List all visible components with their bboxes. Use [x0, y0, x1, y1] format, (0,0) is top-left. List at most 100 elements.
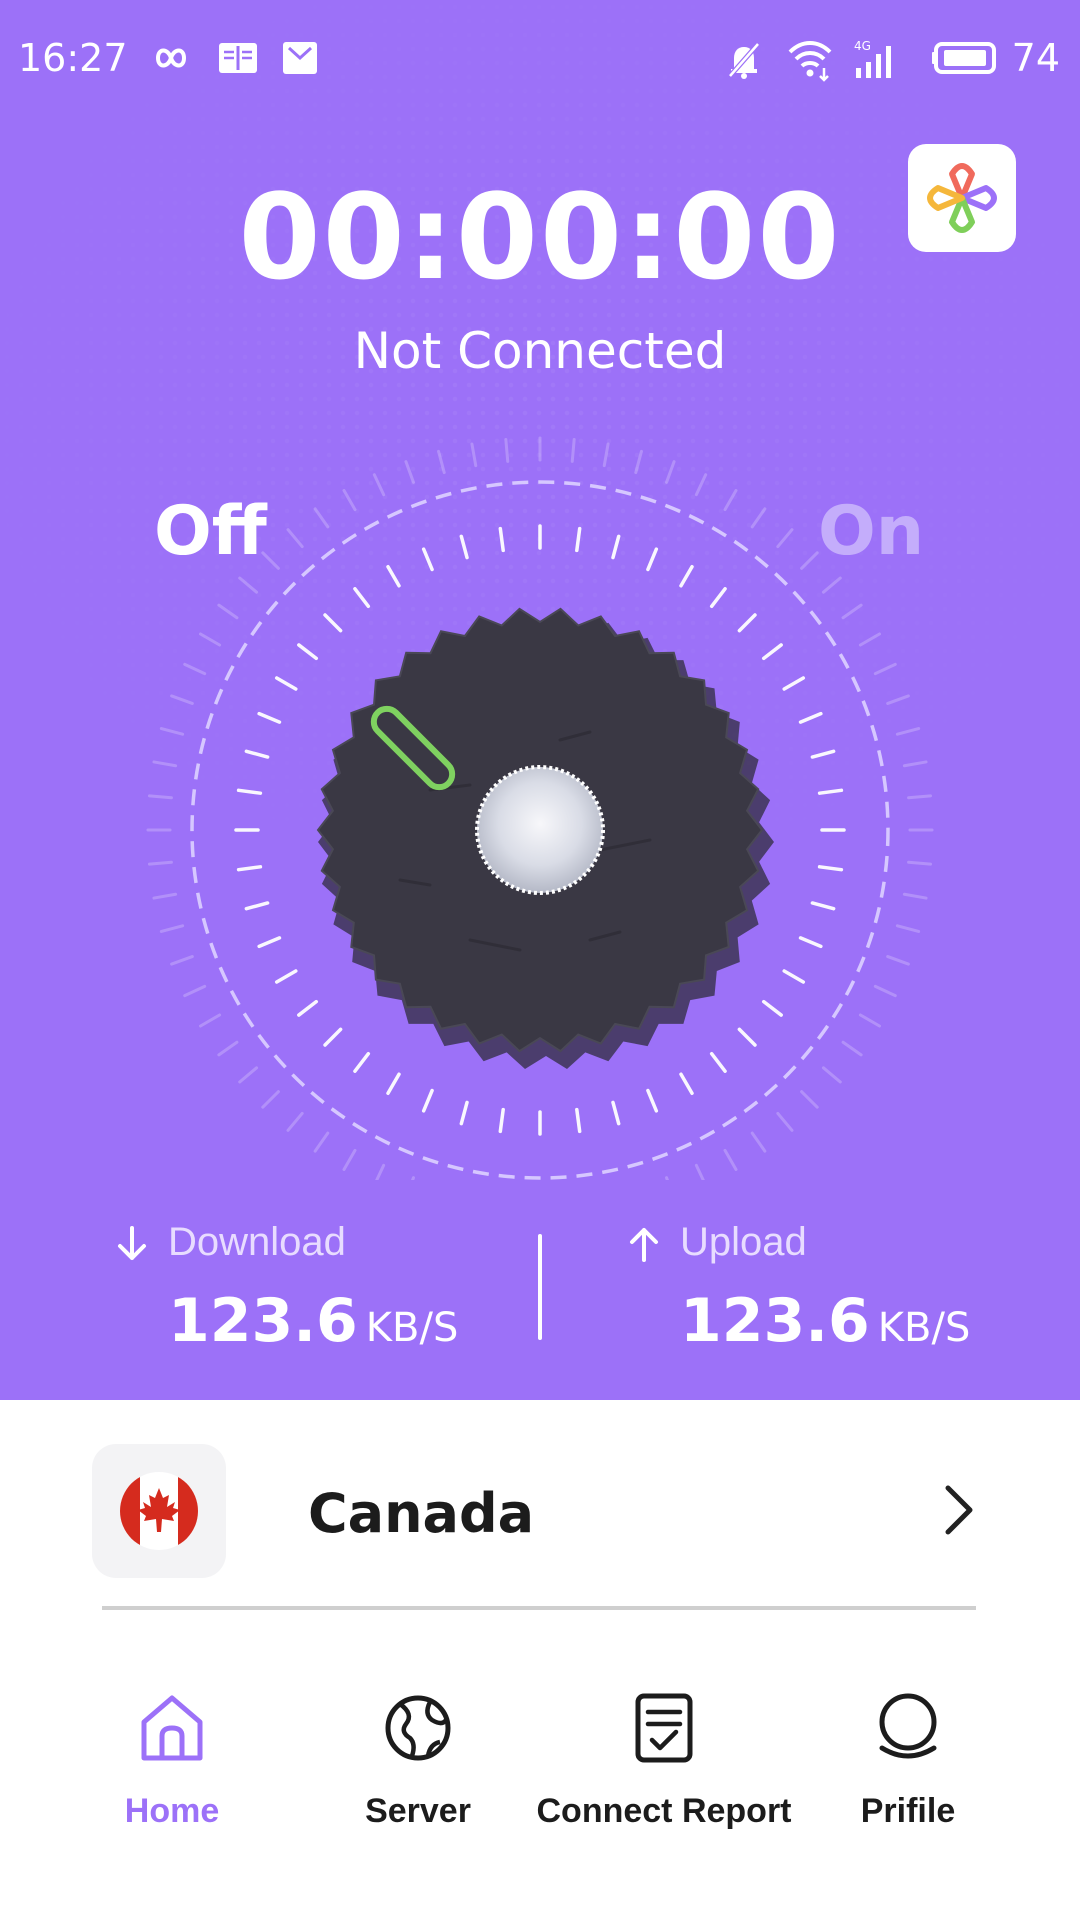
outer-tick — [437, 449, 446, 475]
book-icon — [219, 43, 257, 73]
outer-tick — [776, 1111, 794, 1132]
outer-tick — [199, 1013, 222, 1028]
country-name: Canada — [308, 1482, 535, 1545]
power-dial[interactable] — [0, 380, 1080, 1180]
inner-tick — [679, 1072, 694, 1096]
report-icon — [635, 1693, 693, 1763]
inner-tick — [297, 999, 319, 1017]
inner-tick — [817, 865, 844, 872]
inner-tick — [611, 1100, 621, 1126]
outer-tick — [895, 727, 921, 736]
outer-tick — [907, 860, 933, 866]
outer-tick — [723, 1148, 738, 1171]
status-time: 16:27 — [18, 36, 128, 80]
outer-tick — [821, 576, 842, 594]
nav-profile[interactable]: Prifile — [758, 1690, 1058, 1831]
location-divider — [102, 1606, 976, 1610]
inner-tick — [810, 901, 836, 911]
outer-tick — [858, 1013, 881, 1028]
canada-flag-icon — [120, 1472, 198, 1550]
outer-tick — [159, 924, 185, 933]
outer-tick — [907, 794, 933, 800]
outer-tick — [372, 473, 386, 497]
app-logo-button[interactable] — [908, 144, 1016, 252]
outer-tick — [902, 892, 928, 900]
inner-tick — [297, 643, 319, 661]
outer-tick — [217, 1040, 239, 1057]
upload-number: 123.6 — [680, 1286, 870, 1356]
outer-tick — [750, 1131, 767, 1153]
chevron-right-icon — [945, 1485, 973, 1535]
outer-tick — [313, 507, 330, 529]
outer-tick — [411, 1176, 415, 1180]
outer-tick — [404, 460, 415, 484]
outer-tick — [776, 528, 794, 549]
inner-tick — [244, 901, 270, 911]
outer-tick — [261, 1090, 280, 1109]
outer-tick — [858, 632, 881, 647]
outer-tick — [800, 1090, 819, 1109]
inner-tick — [679, 564, 694, 588]
outer-tick — [873, 662, 897, 676]
inner-tick — [323, 1027, 343, 1047]
mail-icon — [283, 42, 317, 74]
outer-tick — [665, 460, 676, 484]
inner-tick — [646, 1088, 659, 1113]
inner-tick — [386, 1072, 401, 1096]
outer-tick — [170, 955, 194, 966]
svg-text:4G: 4G — [854, 39, 871, 53]
infinity-icon — [155, 48, 187, 68]
outer-tick — [634, 449, 643, 475]
outer-tick — [841, 1040, 863, 1057]
outer-tick — [694, 1163, 705, 1180]
dial-knob[interactable] — [316, 607, 774, 1069]
outer-tick — [750, 507, 767, 529]
inner-tick — [782, 969, 806, 984]
inner-tick — [575, 526, 582, 553]
status-bar: 16:27 4G 74 — [0, 0, 1080, 120]
outer-tick — [841, 603, 863, 620]
outer-tick — [895, 924, 921, 933]
location-selector[interactable]: Canada — [92, 1444, 988, 1578]
cellular-signal-icon: 4G — [854, 39, 891, 78]
outer-tick — [147, 860, 173, 866]
inner-tick — [257, 711, 282, 724]
outer-tick — [183, 662, 207, 676]
inner-tick — [611, 534, 621, 560]
wifi-icon — [788, 41, 832, 82]
upload-label: Upload — [680, 1220, 807, 1264]
inner-tick — [236, 788, 263, 795]
inner-tick — [323, 613, 343, 633]
outer-tick — [342, 489, 357, 512]
outer-tick — [261, 551, 280, 570]
outer-tick — [873, 984, 897, 998]
stats-divider — [538, 1234, 542, 1340]
arrow-up-icon — [630, 1228, 658, 1262]
inner-tick — [782, 676, 806, 691]
outer-tick — [886, 955, 910, 966]
inner-tick — [761, 643, 783, 661]
inner-tick — [810, 749, 836, 759]
outer-tick — [342, 1148, 357, 1171]
upload-value: 123.6 KB/S — [680, 1286, 970, 1356]
globe-icon — [385, 1695, 451, 1761]
outer-tick — [170, 694, 194, 705]
inner-tick — [386, 564, 401, 588]
outer-tick — [821, 1066, 842, 1084]
outer-tick — [238, 576, 259, 594]
outer-tick — [800, 551, 819, 570]
outer-tick — [886, 694, 910, 705]
profile-icon — [879, 1693, 937, 1759]
outer-tick — [470, 442, 478, 468]
inner-tick — [709, 587, 727, 609]
connection-status: Not Connected — [353, 322, 727, 380]
inner-tick — [575, 1107, 582, 1134]
inner-tick — [737, 1027, 757, 1047]
outer-tick — [570, 437, 576, 463]
inner-tick — [353, 1051, 371, 1073]
outer-tick — [375, 1163, 386, 1180]
inner-tick — [244, 749, 270, 759]
outer-tick — [152, 760, 178, 768]
arrow-down-icon — [118, 1226, 146, 1260]
inner-tick — [798, 936, 823, 949]
